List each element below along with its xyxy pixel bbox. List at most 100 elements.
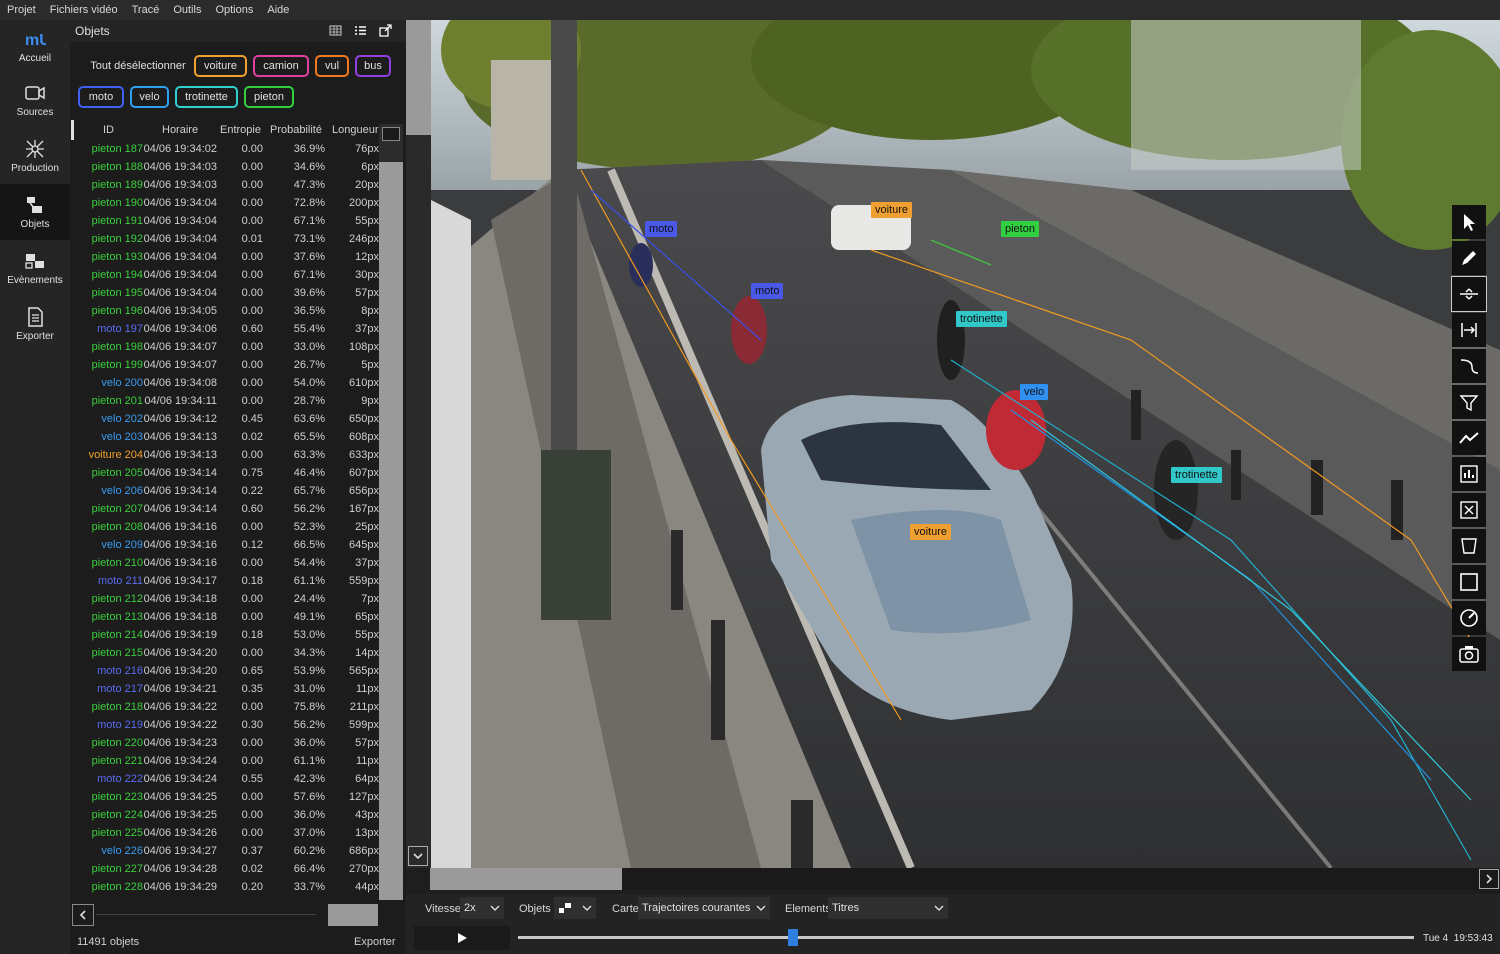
table-row[interactable]: pieton 218 04/06 19:34:22 0.00 75.8% 211px [77, 698, 379, 716]
nav-production[interactable]: Production [0, 128, 70, 184]
filter-vul[interactable]: vul [315, 55, 349, 77]
cross-box-tool[interactable] [1452, 493, 1486, 527]
scroll-down-button[interactable] [408, 846, 428, 866]
gauge-tool[interactable] [1452, 601, 1486, 635]
video-label-trotinette[interactable]: trotinette [1171, 467, 1222, 483]
pencil-tool[interactable] [1452, 241, 1486, 275]
video-label-trotinette[interactable]: trotinette [956, 311, 1007, 327]
table-row[interactable]: pieton 208 04/06 19:34:16 0.00 52.3% 25px [77, 518, 379, 536]
col-entropie[interactable]: Entropie [220, 124, 261, 140]
table-row[interactable]: moto 211 04/06 19:34:17 0.18 61.1% 559px [77, 572, 379, 590]
video-label-velo[interactable]: velo [1020, 384, 1049, 400]
video-label-moto[interactable]: moto [645, 221, 678, 237]
filter-moto[interactable]: moto [78, 86, 124, 108]
scroll-left-button[interactable] [72, 904, 94, 926]
trend-tool[interactable] [1452, 421, 1486, 455]
col-horaire[interactable]: Horaire [162, 124, 198, 140]
table-row[interactable]: velo 206 04/06 19:34:14 0.22 65.7% 656px [77, 482, 379, 500]
table-row[interactable]: velo 200 04/06 19:34:08 0.00 54.0% 610px [77, 374, 379, 392]
table-row[interactable]: pieton 215 04/06 19:34:20 0.00 34.3% 14px [77, 644, 379, 662]
line-tool[interactable] [1451, 276, 1487, 312]
table-row[interactable]: pieton 221 04/06 19:34:24 0.00 61.1% 11px [77, 752, 379, 770]
table-row[interactable]: velo 203 04/06 19:34:13 0.02 65.5% 608px [77, 428, 379, 446]
elements-select[interactable]: Titres [828, 897, 948, 919]
menu-trace[interactable]: Tracé [125, 4, 167, 16]
pointer-tool[interactable] [1452, 205, 1486, 239]
column-resize-handle[interactable] [71, 120, 74, 140]
table-row[interactable]: moto 219 04/06 19:34:22 0.30 56.2% 599px [77, 716, 379, 734]
video-label-pieton[interactable]: pieton [1001, 221, 1039, 237]
table-row[interactable]: pieton 225 04/06 19:34:26 0.00 37.0% 13px [77, 824, 379, 842]
scroll-up-button[interactable] [382, 127, 400, 141]
nav-exporter[interactable]: Exporter [0, 296, 70, 352]
video-hscroll-thumb[interactable] [430, 868, 622, 890]
curve-tool[interactable] [1452, 349, 1486, 383]
table-row[interactable]: pieton 196 04/06 19:34:05 0.00 36.5% 8px [77, 302, 379, 320]
table-row[interactable]: moto 222 04/06 19:34:24 0.55 42.3% 64px [77, 770, 379, 788]
table-row[interactable]: pieton 199 04/06 19:34:07 0.00 26.7% 5px [77, 356, 379, 374]
nav-evenements[interactable]: Evènements [0, 240, 70, 296]
export-button[interactable]: Exporter [354, 936, 396, 948]
table-row[interactable]: pieton 207 04/06 19:34:14 0.60 56.2% 167px [77, 500, 379, 518]
filter-voiture[interactable]: voiture [194, 55, 247, 77]
scroll-thumb[interactable] [379, 162, 403, 900]
table-row[interactable]: voiture 204 04/06 19:34:13 0.00 63.3% 633px [77, 446, 379, 464]
deselect-all-button[interactable]: Tout désélectionner [88, 55, 188, 77]
timeline-slider[interactable] [518, 929, 1414, 946]
table-row[interactable]: pieton 187 04/06 19:34:02 0.00 36.9% 76px [77, 140, 379, 158]
table-row[interactable]: pieton 193 04/06 19:34:04 0.00 37.6% 12px [77, 248, 379, 266]
table-row[interactable]: pieton 205 04/06 19:34:14 0.75 46.4% 607px [77, 464, 379, 482]
menu-projet[interactable]: Projet [0, 4, 43, 16]
table-row[interactable]: pieton 210 04/06 19:34:16 0.00 54.4% 37px [77, 554, 379, 572]
table-row[interactable]: pieton 195 04/06 19:34:04 0.00 39.6% 57px [77, 284, 379, 302]
table-row[interactable]: pieton 189 04/06 19:34:03 0.00 47.3% 20px [77, 176, 379, 194]
filter-pieton[interactable]: pieton [244, 86, 294, 108]
funnel-tool[interactable] [1452, 385, 1486, 419]
table-row[interactable]: velo 202 04/06 19:34:12 0.45 63.6% 650px [77, 410, 379, 428]
table-row[interactable]: pieton 212 04/06 19:34:18 0.00 24.4% 7px [77, 590, 379, 608]
video-vscrollbar[interactable] [406, 20, 431, 868]
menu-fichiers-video[interactable]: Fichiers vidéo [43, 4, 125, 16]
nav-objets[interactable]: Objets [0, 184, 70, 240]
col-probabilite[interactable]: Probabilité [270, 124, 322, 140]
nav-accueil[interactable]: mU Accueil [0, 20, 70, 72]
filter-trotinette[interactable]: trotinette [175, 86, 238, 108]
video-label-voiture[interactable]: voiture [910, 524, 952, 540]
table-row[interactable]: velo 209 04/06 19:34:16 0.12 66.5% 645px [77, 536, 379, 554]
table-hscroll-thumb[interactable] [328, 904, 378, 926]
video-vscroll-thumb[interactable] [406, 20, 431, 135]
zone-tool[interactable] [1452, 529, 1486, 563]
table-row[interactable]: pieton 224 04/06 19:34:25 0.00 36.0% 43px [77, 806, 379, 824]
table-row[interactable]: pieton 214 04/06 19:34:19 0.18 53.0% 55px [77, 626, 379, 644]
table-row[interactable]: pieton 220 04/06 19:34:23 0.00 36.0% 57px [77, 734, 379, 752]
table-row[interactable]: pieton 198 04/06 19:34:07 0.00 33.0% 108px [77, 338, 379, 356]
table-row[interactable]: pieton 223 04/06 19:34:25 0.00 57.6% 127px [77, 788, 379, 806]
filter-velo[interactable]: velo [130, 86, 169, 108]
table-row[interactable]: pieton 194 04/06 19:34:04 0.00 67.1% 30px [77, 266, 379, 284]
video-frame[interactable]: moto moto voiture pieton trotinette velo… [431, 20, 1500, 868]
table-row[interactable]: moto 216 04/06 19:34:20 0.65 53.9% 565px [77, 662, 379, 680]
filter-bus[interactable]: bus [355, 55, 391, 77]
list-view-icon[interactable] [354, 24, 367, 37]
table-row[interactable]: pieton 192 04/06 19:34:04 0.01 73.1% 246px [77, 230, 379, 248]
video-label-moto[interactable]: moto [751, 283, 784, 299]
objects-select[interactable] [554, 897, 596, 919]
table-row[interactable]: pieton 188 04/06 19:34:03 0.00 34.6% 6px [77, 158, 379, 176]
table-vscrollbar[interactable] [379, 124, 403, 900]
menu-options[interactable]: Options [208, 4, 260, 16]
speed-select[interactable]: 2x [460, 897, 504, 919]
table-hscroll-track[interactable] [96, 914, 316, 915]
map-select[interactable]: Trajectoires courantes [638, 897, 770, 919]
video-hscrollbar[interactable] [430, 868, 1500, 890]
table-row[interactable]: pieton 228 04/06 19:34:29 0.20 33.7% 44px [77, 878, 379, 896]
table-row[interactable]: pieton 191 04/06 19:34:04 0.00 67.1% 55px [77, 212, 379, 230]
popout-icon[interactable] [379, 24, 392, 37]
table-row[interactable]: velo 226 04/06 19:34:27 0.37 60.2% 686px [77, 842, 379, 860]
table-row[interactable]: moto 197 04/06 19:34:06 0.60 55.4% 37px [77, 320, 379, 338]
table-row[interactable]: pieton 201 04/06 19:34:11 0.00 28.7% 9px [77, 392, 379, 410]
timeline-knob[interactable] [788, 929, 799, 946]
play-button[interactable] [414, 926, 510, 950]
grid-view-icon[interactable] [329, 24, 342, 37]
scroll-right-button[interactable] [1479, 869, 1499, 889]
chart-box-tool[interactable] [1452, 457, 1486, 491]
